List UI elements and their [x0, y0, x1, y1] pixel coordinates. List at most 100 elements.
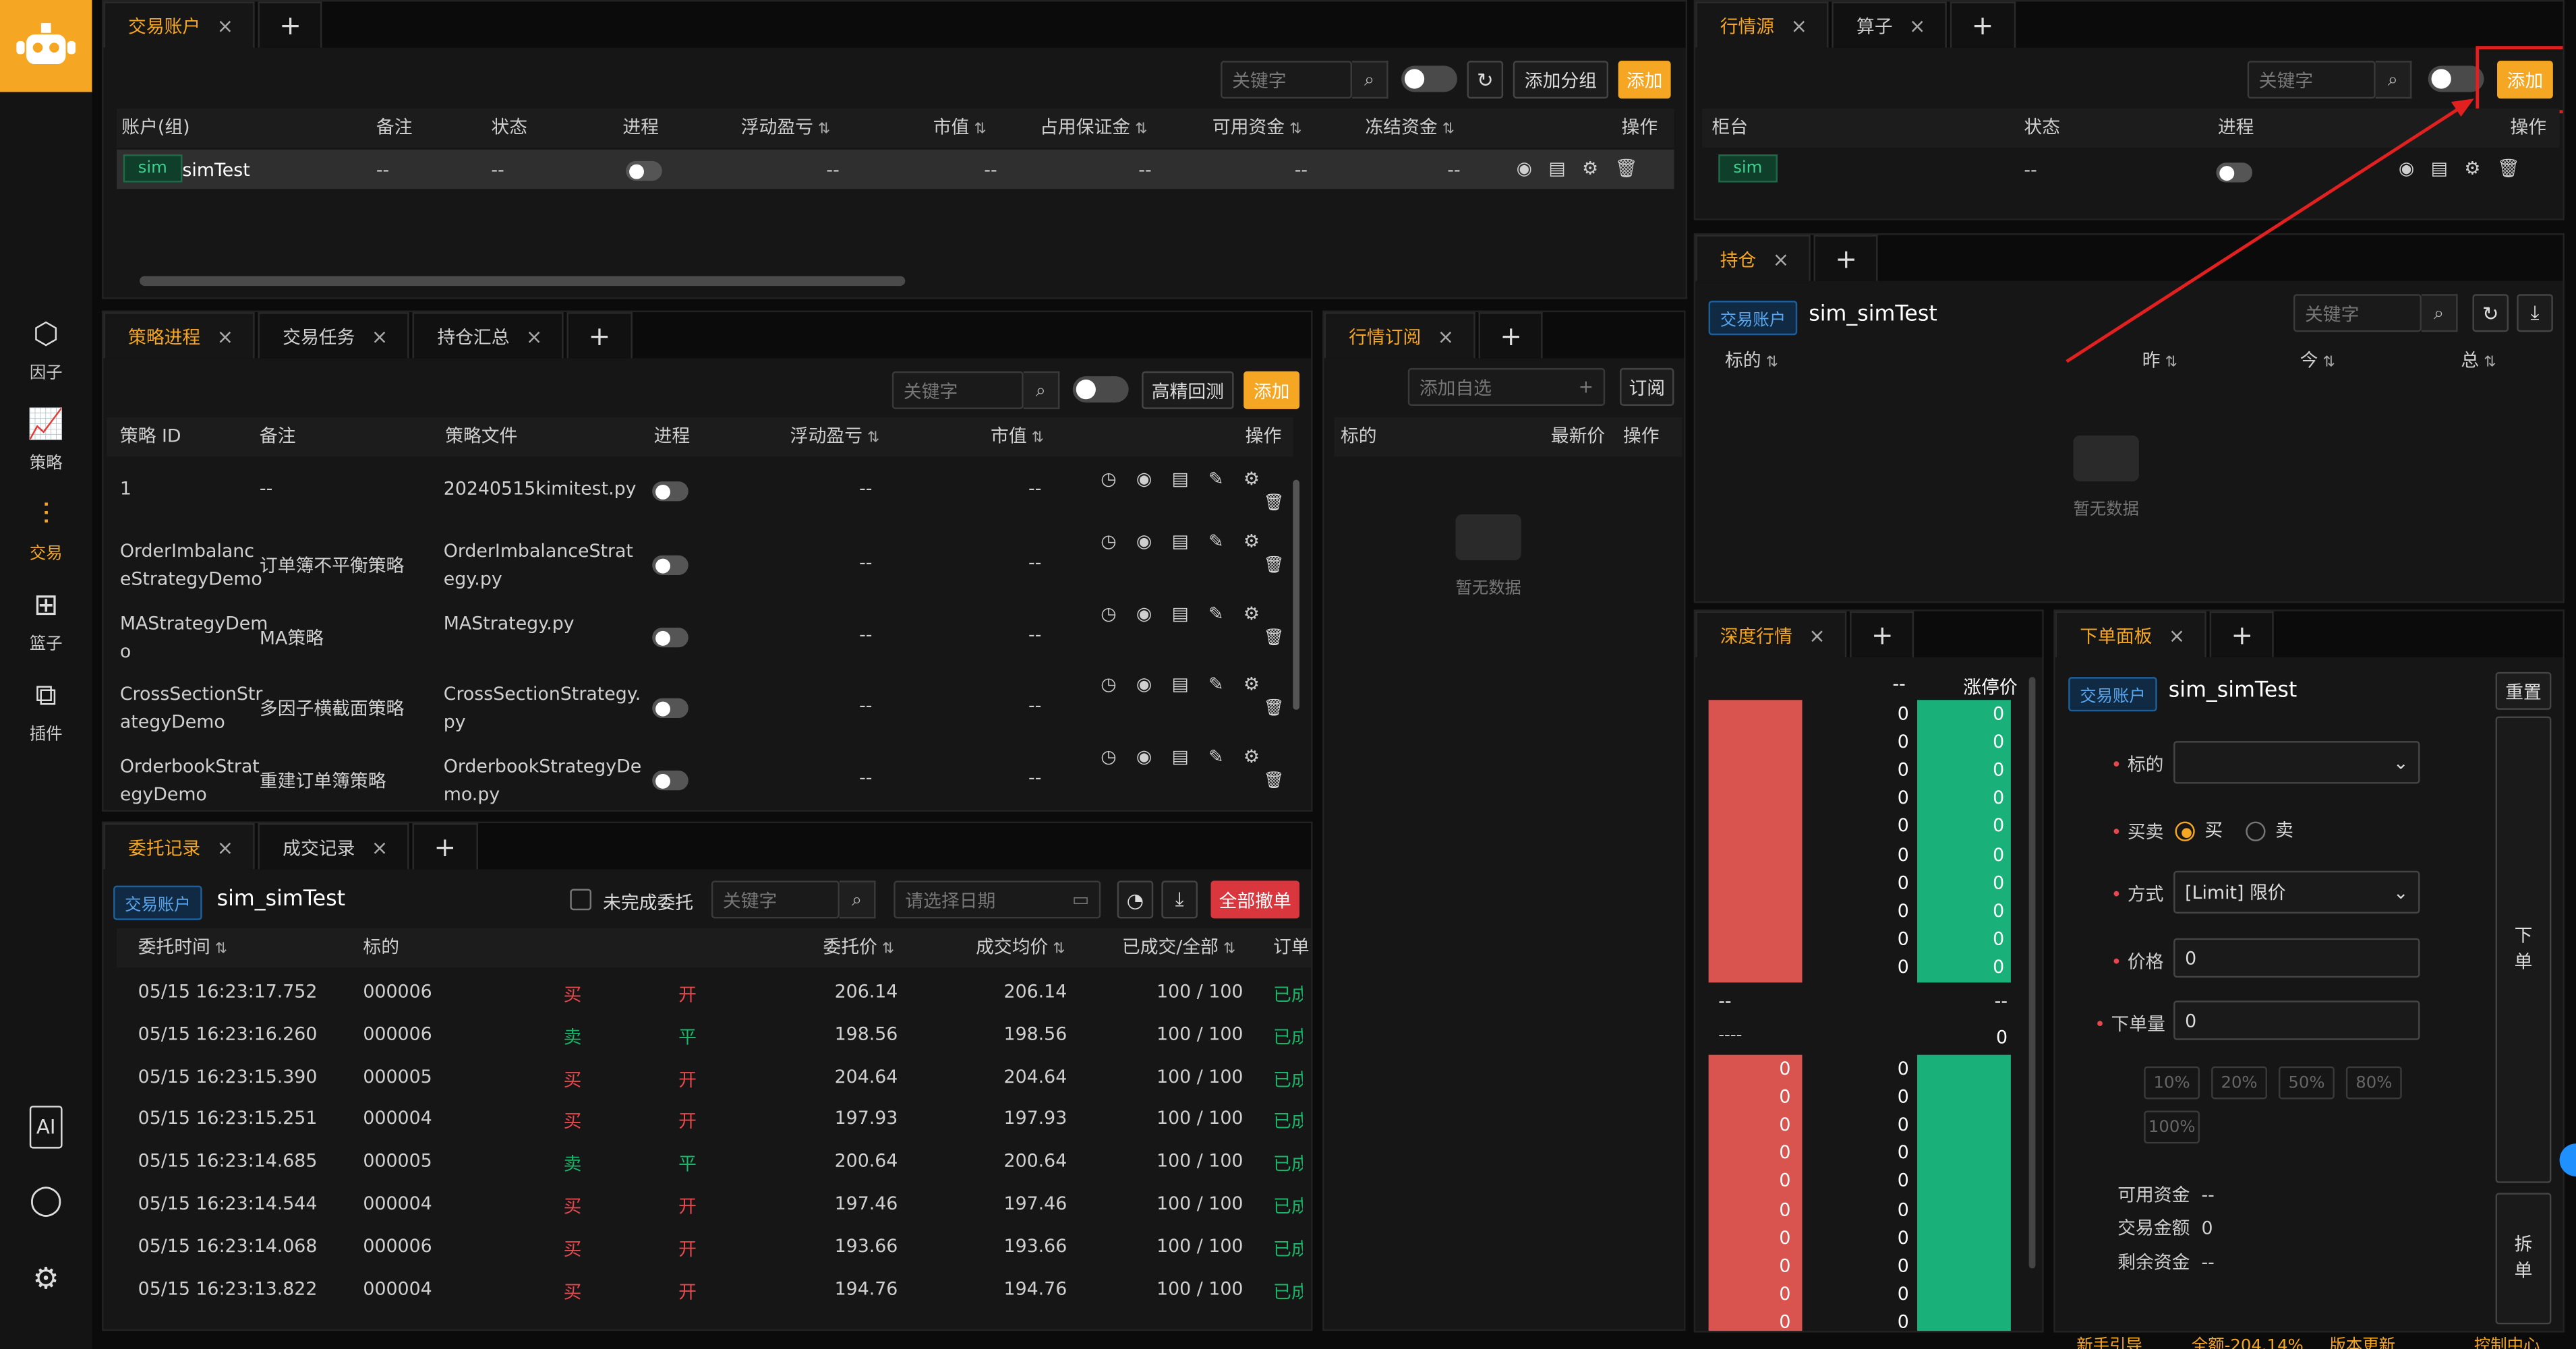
gear-icon[interactable]: ⚙	[1243, 673, 1279, 695]
cancel-all-button[interactable]: 全部撤单	[1210, 880, 1300, 919]
eye-icon[interactable]: ◉	[1517, 158, 1549, 179]
footer-item[interactable]: 新手引导	[2076, 1334, 2142, 1349]
order-row[interactable]: 05/15 16:23:15.251 000004 买 开 197.93 197.93 10…	[117, 1108, 1311, 1141]
tab-subscribe-0[interactable]: 行情订阅 ×	[1324, 312, 1475, 359]
source-search-button[interactable]: ⌕	[2375, 61, 2412, 99]
price-input[interactable]: 0	[2173, 938, 2420, 978]
column-header[interactable]: 浮动盈亏 ⇅	[790, 417, 880, 456]
edit-icon[interactable]: ✎	[1208, 746, 1243, 767]
source-process-toggle[interactable]	[2216, 162, 2253, 183]
history-icon[interactable]: ◷	[1101, 746, 1136, 767]
tab-orders-0[interactable]: 委托记录 ×	[103, 823, 255, 870]
strategy-toggle[interactable]	[1072, 376, 1129, 403]
column-header[interactable]: 委托时间 ⇅	[138, 928, 228, 967]
close-icon[interactable]: ×	[217, 835, 234, 858]
eye-icon[interactable]: ◉	[1136, 469, 1172, 490]
column-header[interactable]: 操作	[1246, 417, 1282, 456]
orders-history-button[interactable]: ◔	[1117, 880, 1154, 919]
add-tab-button[interactable]: +	[1813, 235, 1879, 281]
edit-icon[interactable]: ✎	[1208, 531, 1243, 552]
close-icon[interactable]: ×	[217, 14, 234, 37]
close-icon[interactable]: ×	[526, 324, 543, 347]
close-icon[interactable]: ×	[1790, 14, 1807, 37]
sort-icon[interactable]: ⇅	[1027, 431, 1044, 447]
file-icon[interactable]: ▤	[1172, 469, 1209, 490]
add-tab-button[interactable]: +	[1478, 312, 1544, 359]
close-icon[interactable]: ×	[217, 324, 234, 347]
column-header[interactable]: 市值 ⇅	[991, 417, 1044, 456]
tab-position-0[interactable]: 持仓 ×	[1695, 235, 1811, 281]
history-icon[interactable]: ◷	[1101, 603, 1136, 624]
strategy-search-input[interactable]: 关键字	[891, 371, 1024, 409]
pct-button[interactable]: 80%	[2345, 1066, 2402, 1100]
strategy-search-button[interactable]: ⌕	[1023, 371, 1060, 409]
close-icon[interactable]: ×	[372, 324, 388, 347]
sort-icon[interactable]: ⇅	[1761, 355, 1778, 371]
gear-icon[interactable]: ⚙	[1243, 531, 1279, 552]
column-header[interactable]: 可用资金 ⇅	[1212, 109, 1302, 148]
logo[interactable]	[0, 0, 92, 92]
edit-icon[interactable]: ✎	[1208, 603, 1243, 624]
add-tab-button[interactable]: +	[2209, 611, 2275, 657]
accounts-search-button[interactable]: ⌕	[1351, 61, 1388, 99]
order-row[interactable]: 05/15 16:23:15.390 000005 买 开 204.64 204.64 10…	[117, 1066, 1311, 1099]
column-header[interactable]: 成交均价 ⇅	[976, 928, 1065, 967]
strategy-add-button[interactable]: 添加	[1243, 371, 1300, 409]
trash-icon[interactable]: 🗑	[1263, 557, 1284, 575]
column-header[interactable]: 今 ⇅	[2300, 342, 2335, 381]
unfinished-checkbox[interactable]	[570, 889, 592, 911]
order-row[interactable]: 05/15 16:23:14.685 000005 卖 平 200.64 200.64 10…	[117, 1150, 1311, 1183]
column-header[interactable]: 备注	[260, 417, 296, 456]
file-icon[interactable]: ▤	[1172, 746, 1209, 767]
trash-icon[interactable]: 🗑	[1263, 772, 1284, 790]
tab-orders-1[interactable]: 成交记录 ×	[258, 823, 409, 870]
column-header[interactable]: 操作	[2511, 109, 2547, 148]
history-icon[interactable]: ◷	[1101, 469, 1136, 490]
sort-icon[interactable]: ⇅	[862, 431, 879, 447]
position-refresh-button[interactable]: ↻	[2472, 294, 2509, 332]
column-header[interactable]: 状态	[491, 109, 527, 148]
trash-icon[interactable]: 🗑	[1263, 495, 1284, 513]
column-header[interactable]: 已成交/全部 ⇅	[1122, 928, 1235, 967]
accounts-refresh-button[interactable]: ↻	[1467, 61, 1504, 99]
history-icon[interactable]: ◷	[1101, 531, 1136, 552]
column-header[interactable]: 策略文件	[445, 417, 517, 456]
reset-button[interactable]: 重置	[2495, 671, 2552, 710]
add-watch-input[interactable]: 添加自选 +	[1407, 367, 1606, 406]
footer-item[interactable]: 版本更新	[2330, 1334, 2395, 1349]
sidebar-bottom-2[interactable]: ⚙	[0, 1240, 92, 1326]
column-header[interactable]: 标的	[363, 928, 399, 967]
strategy-process-toggle[interactable]	[652, 628, 689, 648]
sort-icon[interactable]: ⇅	[1438, 121, 1455, 138]
column-header[interactable]: 账户(组)	[121, 109, 189, 148]
tab-source-1[interactable]: 算子 ×	[1832, 1, 1948, 48]
source-row[interactable]: sim -- ◉▤⚙🗑	[1702, 151, 2560, 190]
method-select[interactable]: [Limit] 限价 ⌄	[2173, 870, 2420, 914]
file-icon[interactable]: ▤	[1172, 603, 1209, 624]
order-row[interactable]: 05/15 16:23:14.544 000004 买 开 197.46 197.46 10…	[117, 1193, 1311, 1226]
column-header[interactable]: 标的	[1341, 417, 1377, 456]
sort-icon[interactable]: ⇅	[1048, 942, 1065, 958]
gear-icon[interactable]: ⚙	[1243, 746, 1279, 767]
tab-orderpanel-0[interactable]: 下单面板 ×	[2055, 611, 2206, 657]
gear-icon[interactable]: ⚙	[1243, 603, 1279, 624]
accounts-search-input[interactable]: 关键字	[1221, 61, 1352, 99]
eye-icon[interactable]: ◉	[1136, 531, 1172, 552]
column-header[interactable]: 占用保证金 ⇅	[1040, 109, 1147, 148]
column-header[interactable]: 进程	[654, 417, 691, 456]
accounts-row[interactable]: sim simTest -- -- -- -- -- -- -- ◉▤⚙🗑	[116, 149, 1674, 189]
orders-search-input[interactable]: 关键字	[711, 880, 840, 919]
add-tab-button[interactable]: +	[1850, 611, 1915, 657]
column-header[interactable]: 最新价	[1551, 417, 1605, 456]
sort-icon[interactable]: ⇅	[2318, 355, 2335, 371]
buy-radio[interactable]: 买	[2175, 816, 2223, 843]
edit-icon[interactable]: ✎	[1208, 469, 1243, 490]
qty-input[interactable]: 0	[2173, 1000, 2420, 1040]
sidebar-item-4[interactable]: ⧉ 插件	[0, 669, 92, 754]
sidebar-bottom-1[interactable]: ◯	[0, 1162, 92, 1247]
sell-radio[interactable]: 卖	[2246, 816, 2293, 843]
order-row[interactable]: 05/15 16:23:16.260 000006 卖 平 198.56 198.56 10…	[117, 1023, 1311, 1056]
add-group-button[interactable]: 添加分组	[1513, 61, 1609, 99]
history-icon[interactable]: ◷	[1101, 673, 1136, 695]
tab-strategy-2[interactable]: 持仓汇总 ×	[412, 312, 564, 359]
